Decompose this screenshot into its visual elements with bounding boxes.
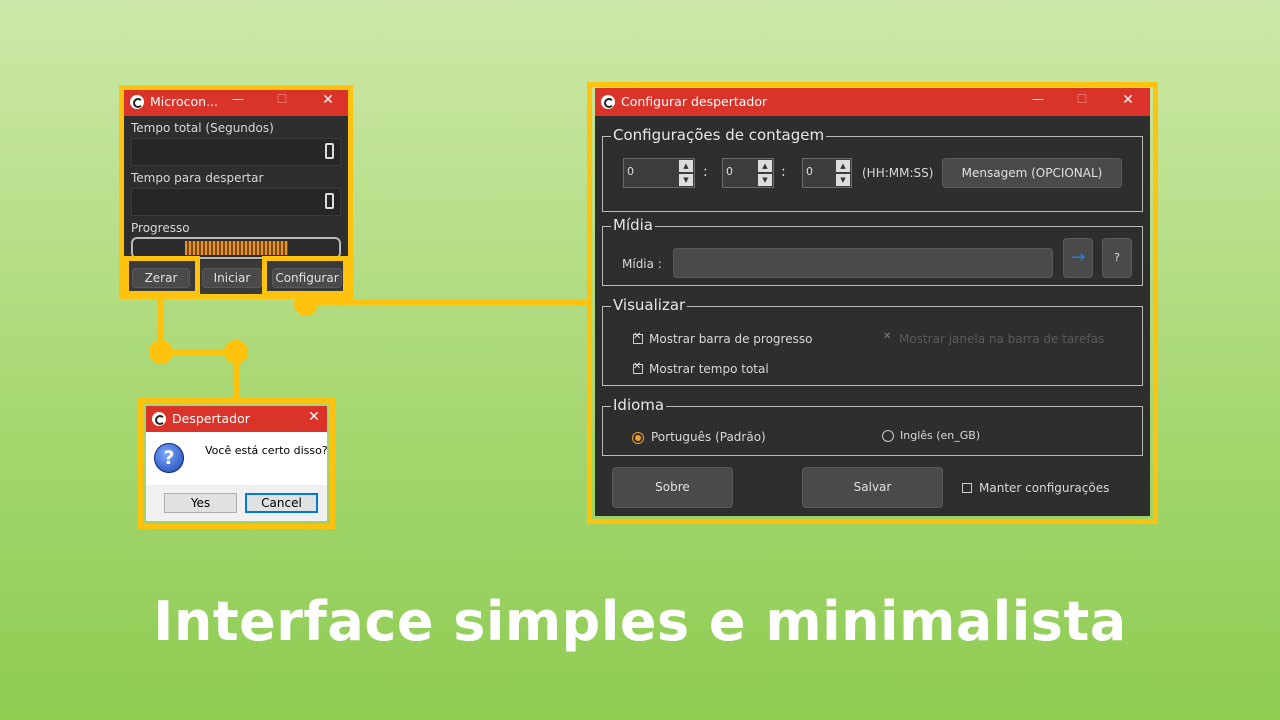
highlight-box: [587, 82, 1158, 524]
connector-dot: [224, 340, 248, 364]
connector-dot: [149, 340, 173, 364]
connector-line: [306, 299, 590, 305]
highlight-box: [124, 256, 200, 296]
highlight-box: [262, 256, 348, 296]
caption-title: Interface simples e minimalista: [153, 590, 1127, 653]
highlight-box: [138, 398, 335, 529]
